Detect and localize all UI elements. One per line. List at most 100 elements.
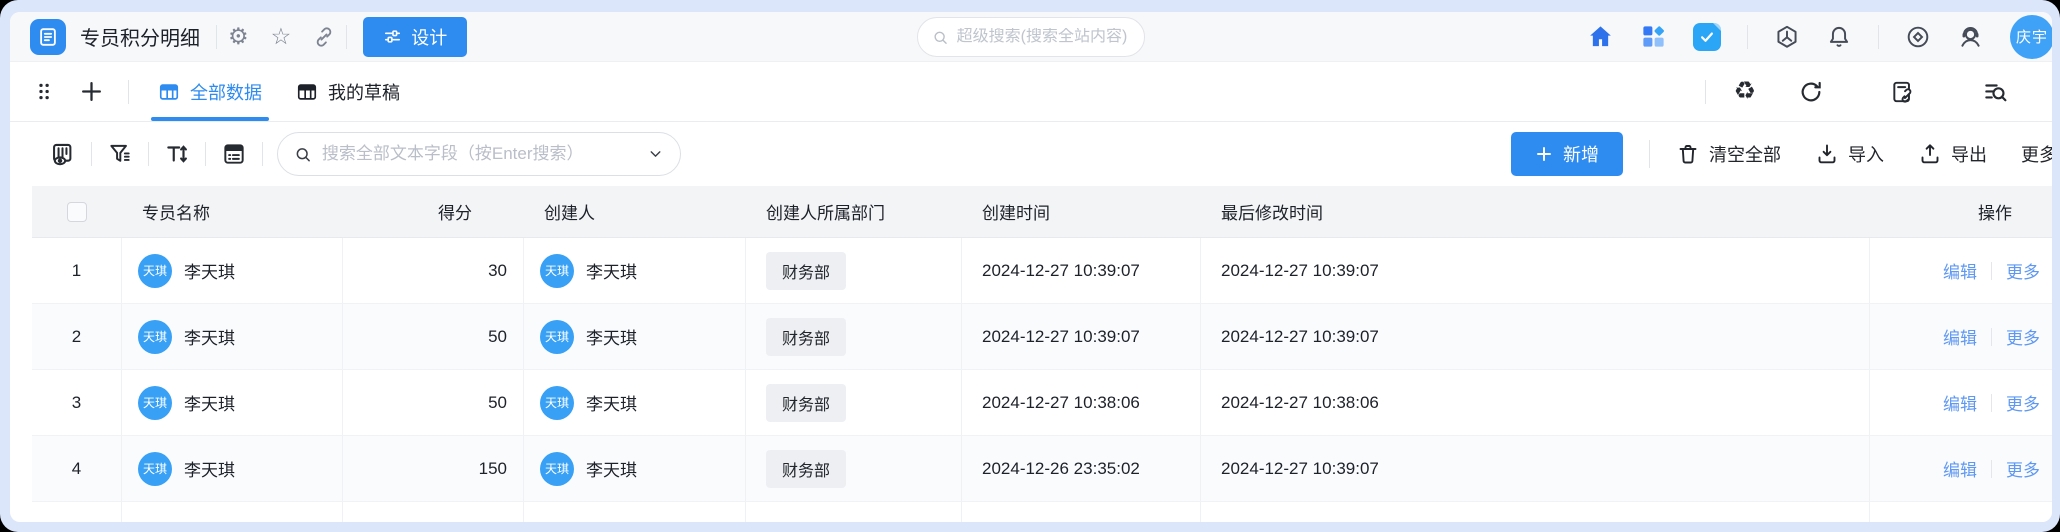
- column-header-name[interactable]: 专员名称: [122, 186, 343, 237]
- clear-all-button[interactable]: 清空全部: [1676, 141, 1781, 167]
- design-button[interactable]: 设计: [363, 17, 467, 57]
- column-header-score[interactable]: 得分: [343, 186, 524, 237]
- add-record-button[interactable]: 新增: [1511, 132, 1623, 176]
- specialist-cell: 天琪 李天琪: [122, 304, 343, 369]
- edit-link[interactable]: 编辑: [1943, 324, 1977, 349]
- creator-name: 李天琪: [586, 456, 637, 481]
- refresh-icon[interactable]: [1798, 79, 1824, 105]
- divider: [1705, 80, 1706, 104]
- link-icon[interactable]: [313, 26, 335, 48]
- creator-cell: 天琪 李天琪: [524, 436, 746, 501]
- todo-check-icon[interactable]: [1693, 23, 1721, 51]
- table-search-input[interactable]: [322, 144, 637, 164]
- more-link[interactable]: 更多: [2006, 456, 2040, 481]
- display-fields-icon[interactable]: [221, 141, 247, 167]
- more-link[interactable]: 更多: [2006, 390, 2040, 415]
- column-header-creator[interactable]: 创建人: [524, 186, 746, 237]
- filter-icon[interactable]: [107, 141, 133, 167]
- tabbar-right-icons: ♻: [1705, 79, 2032, 105]
- user-avatar[interactable]: 庆宇: [2010, 15, 2052, 59]
- home-icon[interactable]: [1587, 23, 1614, 50]
- created-cell: [962, 502, 1201, 522]
- table-row: 1 天琪 李天琪 30 天琪 李天琪 财务部 2024-12-27 10:39:…: [32, 238, 2052, 304]
- divider: [91, 142, 92, 166]
- column-header-modified[interactable]: 最后修改时间: [1201, 186, 1870, 237]
- chevron-down-icon[interactable]: [647, 144, 664, 164]
- more-button[interactable]: 更多: [2021, 141, 2052, 167]
- row-height-icon[interactable]: [164, 141, 190, 167]
- specialist-name: 李天琪: [184, 390, 235, 415]
- support-headset-icon[interactable]: [1957, 23, 1984, 50]
- score-cell: 50: [343, 370, 524, 435]
- creator-cell: 天琪 李天琪: [524, 238, 746, 303]
- more-link[interactable]: 更多: [2006, 258, 2040, 283]
- global-search-input[interactable]: [957, 28, 1130, 46]
- export-button[interactable]: 导出: [1918, 141, 1987, 167]
- creator-name: 李天琪: [586, 390, 637, 415]
- badge-hexagon-icon[interactable]: [1774, 24, 1800, 50]
- import-button[interactable]: 导入: [1815, 141, 1884, 167]
- form-link-icon[interactable]: [1890, 79, 1916, 105]
- divider: [1991, 262, 1992, 280]
- sliders-icon: [383, 27, 402, 46]
- created-cell: 2024-12-27 10:39:07: [962, 304, 1201, 369]
- recycle-bin-icon[interactable]: ♻: [1734, 79, 1756, 104]
- tab-my-drafts[interactable]: 我的草稿: [279, 62, 417, 121]
- star-icon[interactable]: ☆: [271, 25, 292, 48]
- tab-all-data[interactable]: 全部数据: [141, 62, 279, 121]
- score-cell: [343, 502, 524, 522]
- actions-cell: 编辑 更多: [1870, 436, 2052, 501]
- creator-cell: 天琪 李天琪: [524, 370, 746, 435]
- select-all-checkbox[interactable]: [67, 202, 87, 222]
- specialist-name: 李天琪: [184, 258, 235, 283]
- tab-bar: 全部数据 我的草稿 ♻: [10, 62, 2052, 122]
- more-link[interactable]: 更多: [2006, 324, 2040, 349]
- table-row: 3 天琪 李天琪 50 天琪 李天琪 财务部 2024-12-27 10:38:…: [32, 370, 2052, 436]
- row-index: 1: [32, 238, 122, 303]
- divider: [216, 25, 217, 49]
- import-icon: [1815, 142, 1839, 166]
- gear-icon[interactable]: ⚙: [228, 25, 249, 48]
- drag-dots-icon[interactable]: [34, 81, 55, 102]
- divider: [1991, 394, 1992, 412]
- table-search[interactable]: [277, 132, 681, 176]
- avatar: 天琪: [138, 386, 172, 420]
- folded-corner: [1713, 23, 1721, 31]
- creator-name: 李天琪: [586, 324, 637, 349]
- select-all-cell: [32, 186, 122, 237]
- edit-link[interactable]: 编辑: [1943, 456, 1977, 481]
- compass-icon[interactable]: [1905, 24, 1931, 50]
- divider: [346, 25, 347, 49]
- column-header-created[interactable]: 创建时间: [962, 186, 1201, 237]
- bell-icon[interactable]: [1826, 24, 1852, 50]
- design-button-label: 设计: [411, 24, 447, 50]
- dept-tag: 财务部: [766, 450, 846, 488]
- apps-icon[interactable]: [1640, 23, 1667, 50]
- modified-cell: 2024-12-27 10:39:07: [1201, 304, 1870, 369]
- specialist-cell: 天琪 李天琪: [122, 238, 343, 303]
- global-search[interactable]: [917, 17, 1145, 57]
- avatar: 天琪: [138, 452, 172, 486]
- dept-cell: 财务部: [746, 304, 962, 369]
- toolbar: 新增 清空全部 导入 导出: [10, 122, 2052, 186]
- dept-cell: 财务部: [746, 370, 962, 435]
- edit-link[interactable]: 编辑: [1943, 258, 1977, 283]
- search-records-icon[interactable]: [1982, 79, 2008, 105]
- search-icon: [932, 28, 949, 47]
- hide-fields-icon[interactable]: [49, 141, 76, 168]
- divider: [1747, 25, 1748, 49]
- dept-cell: [746, 502, 962, 522]
- divider: [128, 80, 129, 104]
- column-header-dept[interactable]: 创建人所属部门: [746, 186, 962, 237]
- table-icon: [158, 81, 180, 103]
- specialist-name: 李天琪: [184, 324, 235, 349]
- add-tab-icon[interactable]: [79, 79, 104, 104]
- edit-link[interactable]: 编辑: [1943, 390, 1977, 415]
- modified-cell: 2024-12-27 10:39:07: [1201, 436, 1870, 501]
- table-header: 专员名称 得分 创建人 创建人所属部门 创建时间 最后修改时间 操作: [32, 186, 2052, 238]
- modified-cell: 2024-12-27 10:38:06: [1201, 370, 1870, 435]
- table-row: 2 天琪 李天琪 50 天琪 李天琪 财务部 2024-12-27 10:39:…: [32, 304, 2052, 370]
- dept-tag: 财务部: [766, 384, 846, 422]
- document-icon: [37, 26, 59, 48]
- score-cell: 150: [343, 436, 524, 501]
